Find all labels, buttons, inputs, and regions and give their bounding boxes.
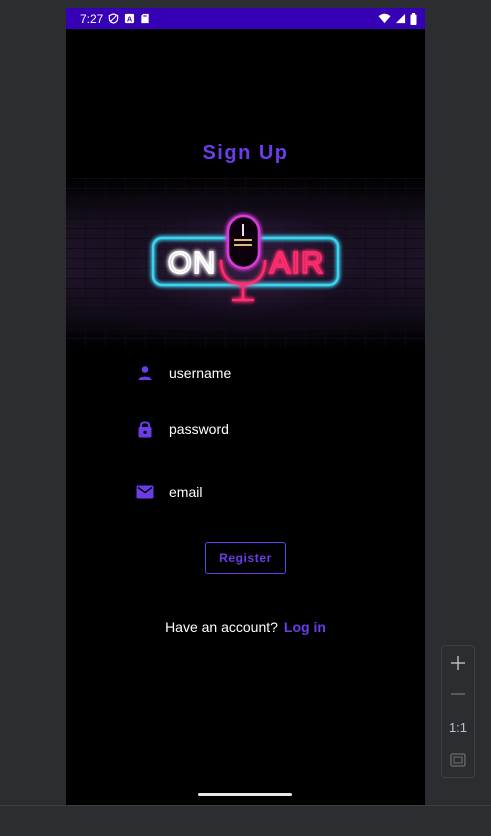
sd-card-icon [140,13,150,24]
home-indicator[interactable] [198,793,292,796]
login-link[interactable]: Log in [284,619,326,635]
emulator-zoom-panel: 1:1 [441,645,475,778]
page-title: Sign Up [202,142,289,164]
username-input[interactable]: username [169,365,231,381]
phone-screen: 7:27 A Sign Up ON AIR username password … [66,8,425,805]
email-field[interactable]: email [136,477,376,507]
plus-icon [451,656,465,670]
on-text: ON [168,245,217,280]
login-row: Have an account? Log in [66,619,425,635]
register-button[interactable]: Register [205,542,286,574]
svg-text:A: A [127,14,133,23]
minus-icon [451,693,465,695]
username-field[interactable]: username [136,358,376,388]
actual-size-button[interactable]: 1:1 [442,712,474,742]
password-field[interactable]: password [136,414,376,444]
on-air-banner: ON AIR [66,178,425,348]
status-right [378,12,417,25]
signal-icon [395,13,406,24]
password-input[interactable]: password [169,421,229,437]
status-time: 7:27 [80,11,104,26]
have-account-text: Have an account? [165,619,278,635]
zoom-out-button[interactable] [442,679,474,709]
a-letter-icon: A [124,13,135,24]
wifi-icon [378,13,391,24]
vpn-shield-icon [108,13,119,24]
mail-icon [136,483,154,501]
zoom-in-button[interactable] [442,648,474,678]
status-bar: 7:27 A [66,8,425,29]
battery-icon [410,12,417,25]
emulator-bottom-bar [0,805,491,836]
email-input[interactable]: email [169,484,202,500]
fit-screen-button[interactable] [442,745,474,775]
status-left: 7:27 A [80,12,150,26]
air-text: AIR [270,245,325,280]
person-icon [136,364,154,382]
on-air-neon-sign: ON AIR [151,214,340,302]
lock-icon [136,420,154,438]
fit-screen-icon [450,753,466,767]
